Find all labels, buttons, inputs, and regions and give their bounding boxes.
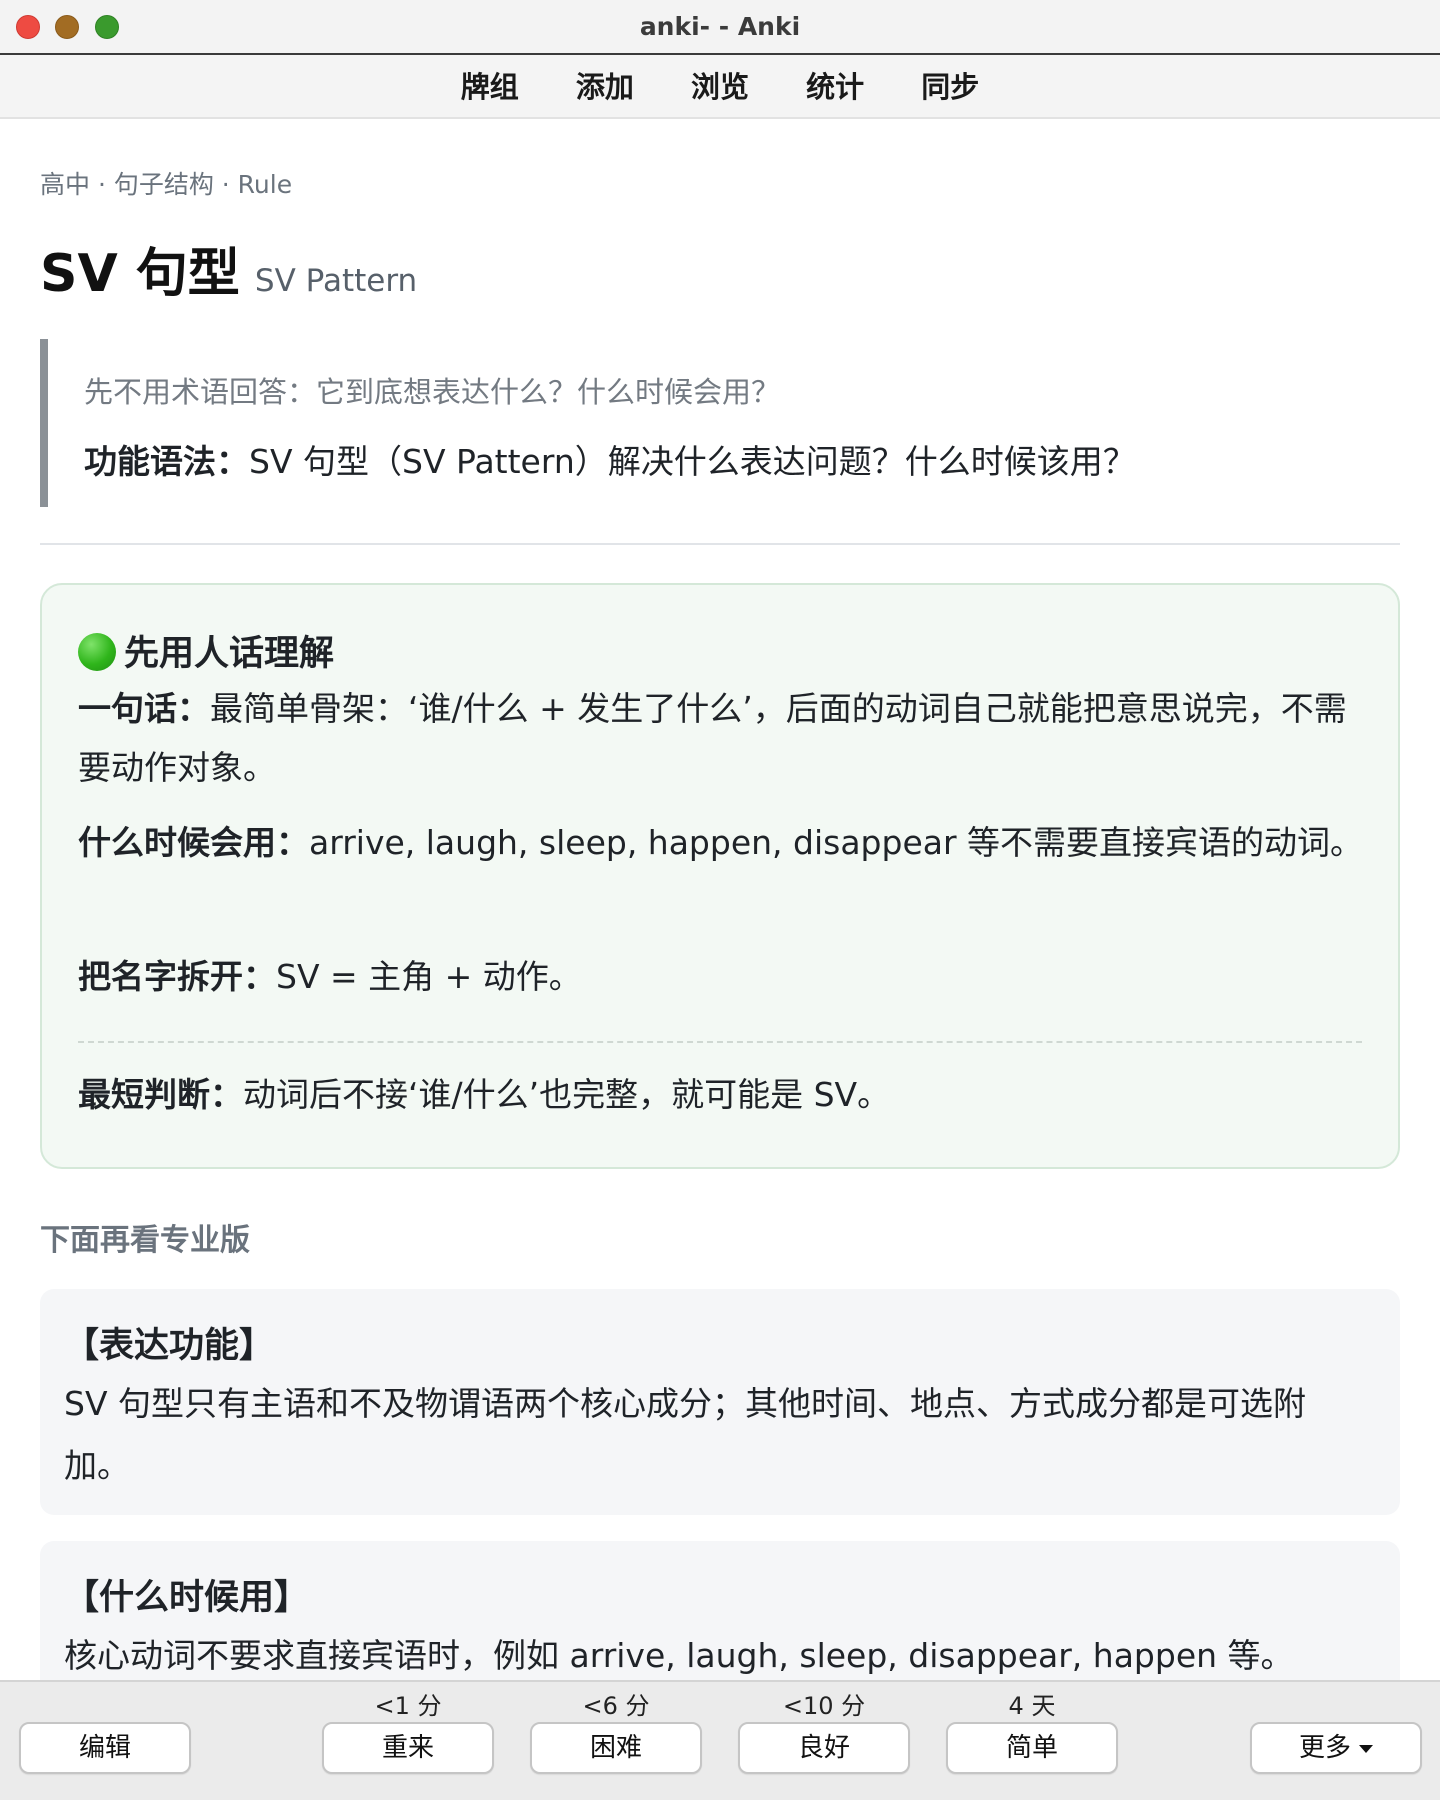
dashed-divider: [78, 1041, 1362, 1043]
toolbar-decks[interactable]: 牌组: [461, 55, 519, 119]
again-interval: <1 分: [374, 1692, 442, 1720]
one-line-text: 最简单骨架：‘谁/什么 + 发生了什么’，后面的动词自己就能把意思说完，不需要动…: [78, 689, 1347, 787]
when-section-body: 核心动词不要求直接宾语时，例如 arrive, laugh, sleep, di…: [64, 1636, 1294, 1675]
function-section-title: 【表达功能】: [64, 1326, 275, 1366]
one-line-label: 一句话：: [78, 689, 210, 728]
plain-explanation-card: 先用人话理解 一句话：最简单骨架：‘谁/什么 + 发生了什么’，后面的动词自己就…: [40, 583, 1400, 1169]
split-text: SV = 主角 + 动作。: [276, 957, 582, 996]
window-title: anki- - Anki: [639, 12, 801, 41]
easy-interval: 4 天: [1008, 1692, 1056, 1720]
hard-interval: <6 分: [582, 1692, 650, 1720]
card-title: SV 句型: [40, 244, 240, 304]
main-toolbar: 牌组 添加 浏览 统计 同步: [0, 55, 1440, 119]
more-button-label: 更多: [1298, 1733, 1351, 1763]
divider: [40, 543, 1400, 545]
quick-check-summary: 最短判断：动词后不接‘谁/什么’也完整，就可能是 SV。: [78, 1065, 1368, 1124]
good-interval: <10 分: [782, 1692, 866, 1720]
answer-bar: 编辑 <1 分 重来 <6 分 困难 <10 分 良好 4 天 简单 更多: [0, 1680, 1440, 1800]
edit-button[interactable]: 编辑: [19, 1722, 191, 1774]
function-section-card: 【表达功能】 SV 句型只有主语和不及物谓语两个核心成分；其他时间、地点、方式成…: [40, 1289, 1400, 1515]
toolbar-stats[interactable]: 统计: [806, 55, 864, 119]
card-subtitle: SV Pattern: [254, 263, 418, 299]
again-button[interactable]: 重来: [322, 1722, 494, 1774]
one-line-summary: 一句话：最简单骨架：‘谁/什么 + 发生了什么’，后面的动词自己就能把意思说完，…: [78, 679, 1368, 797]
name-split-summary: 把名字拆开：SV = 主角 + 动作。: [78, 947, 1368, 1006]
function-section-body: SV 句型只有主语和不及物谓语两个核心成分；其他时间、地点、方式成分都是可选附加…: [64, 1384, 1307, 1485]
toolbar-browse[interactable]: 浏览: [691, 55, 749, 119]
green-circle-icon: [78, 633, 116, 671]
when-section-title: 【什么时候用】: [64, 1578, 310, 1618]
prompt-question: 功能语法：SV 句型（SV Pattern）解决什么表达问题？什么时候该用？: [84, 435, 1136, 483]
more-button[interactable]: 更多: [1250, 1722, 1422, 1774]
when-section-card: 【什么时候用】 核心动词不要求直接宾语时，例如 arrive, laugh, s…: [40, 1541, 1400, 1680]
card-content[interactable]: 高中 · 句子结构 · Rule SV 句型 SV Pattern 先不用术语回…: [0, 119, 1440, 1680]
good-button[interactable]: 良好: [738, 1722, 910, 1774]
split-label: 把名字拆开：: [78, 957, 276, 996]
prompt-question-text: SV 句型（SV Pattern）解决什么表达问题？什么时候该用？: [249, 442, 1136, 481]
card-heading: SV 句型 SV Pattern: [40, 231, 417, 306]
hard-button[interactable]: 困难: [530, 1722, 702, 1774]
pro-section-title: 下面再看专业版: [40, 1223, 250, 1258]
prompt-label: 功能语法：: [84, 442, 249, 481]
quick-label: 最短判断：: [78, 1075, 243, 1114]
toolbar-sync[interactable]: 同步: [921, 55, 979, 119]
plain-title-text: 先用人话理解: [124, 634, 335, 674]
prompt-hint: 先不用术语回答：它到底想表达什么？什么时候会用？: [84, 375, 781, 409]
easy-button[interactable]: 简单: [946, 1722, 1118, 1774]
when-to-use-summary: 什么时候会用：arrive, laugh, sleep, happen, dis…: [78, 813, 1368, 872]
quick-text: 动词后不接‘谁/什么’也完整，就可能是 SV。: [243, 1075, 891, 1114]
prompt-quote: 先不用术语回答：它到底想表达什么？什么时候会用？ 功能语法：SV 句型（SV P…: [40, 339, 1400, 507]
when-label: 什么时候会用：: [78, 823, 309, 862]
when-text: arrive, laugh, sleep, happen, disappear …: [309, 823, 1364, 862]
breadcrumb: 高中 · 句子结构 · Rule: [40, 170, 293, 199]
plain-title: 先用人话理解: [78, 625, 334, 676]
window-title-bar: anki- - Anki: [0, 0, 1440, 55]
toolbar-add[interactable]: 添加: [576, 55, 634, 119]
dropdown-caret-icon: [1359, 1745, 1373, 1753]
